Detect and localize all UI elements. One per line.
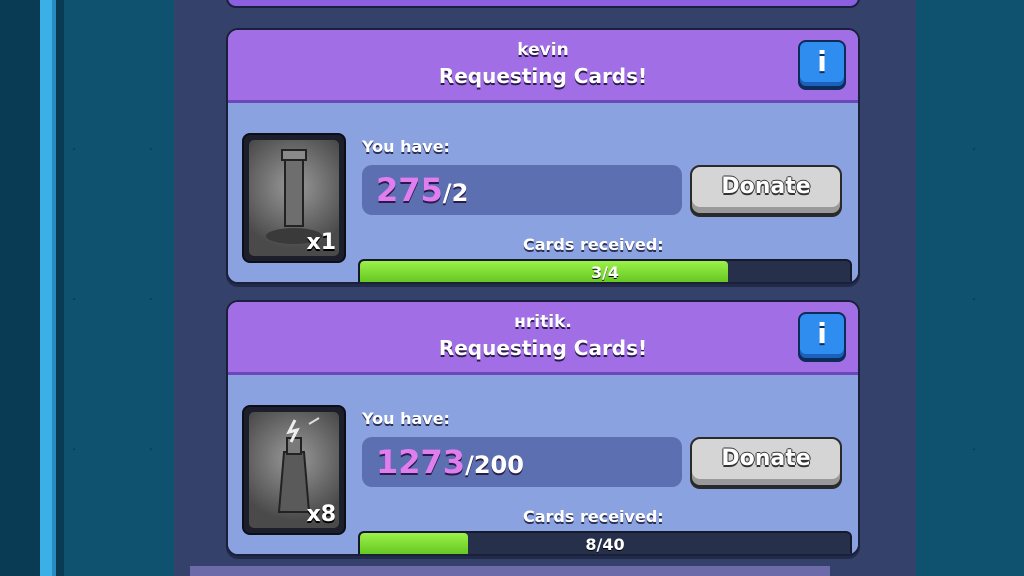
needed-value: /2	[442, 179, 469, 207]
info-button[interactable]: i	[798, 40, 846, 88]
request-body: x8 You have: 1273/200 Donate Cards recei…	[228, 375, 858, 554]
player-name: kevin	[517, 40, 569, 60]
owned-value: 1273	[376, 443, 466, 481]
request-header: kevin Requesting Cards! i	[228, 30, 858, 103]
request-status: Requesting Cards!	[438, 336, 648, 360]
tesla-card-icon: x8	[242, 405, 346, 535]
you-have-label: You have:	[362, 409, 450, 428]
owned-count: 1273/200	[376, 443, 524, 481]
donation-progress-bar: 3/4	[358, 259, 852, 282]
donate-button[interactable]: Donate	[690, 165, 842, 215]
next-card-edge	[190, 566, 830, 576]
progress-text: 3/4	[590, 263, 620, 282]
cards-received-label: Cards received:	[523, 235, 664, 254]
tombstone-card-icon: x1	[242, 133, 346, 263]
request-header: нritik. Requesting Cards! i	[228, 302, 858, 375]
request-status: Requesting Cards!	[438, 64, 648, 88]
owned-amount-box: 1273/200	[362, 437, 682, 487]
you-have-label: You have:	[362, 137, 450, 156]
cards-received-label: Cards received:	[523, 507, 664, 526]
card-request-hritik: нritik. Requesting Cards! i x8 You have:…	[226, 300, 860, 556]
request-body: x1 You have: 275/2 Donate Cards received…	[228, 103, 858, 282]
owned-count: 275/2	[376, 171, 468, 209]
donate-button[interactable]: Donate	[690, 437, 842, 487]
donation-progress-bar: 8/40	[358, 531, 852, 554]
needed-value: /200	[465, 451, 524, 479]
player-name: нritik.	[514, 312, 572, 332]
card-quantity: x1	[306, 230, 337, 255]
left-side-strip	[0, 0, 64, 576]
card-request-kevin: kevin Requesting Cards! i x1 You have: 2…	[226, 28, 860, 284]
previous-card-edge	[226, 0, 860, 8]
progress-text: 8/40	[585, 535, 625, 554]
info-button[interactable]: i	[798, 312, 846, 360]
owned-amount-box: 275/2	[362, 165, 682, 215]
owned-value: 275	[376, 171, 443, 209]
card-quantity: x8	[306, 502, 337, 527]
left-scroll-bar[interactable]	[40, 0, 56, 576]
